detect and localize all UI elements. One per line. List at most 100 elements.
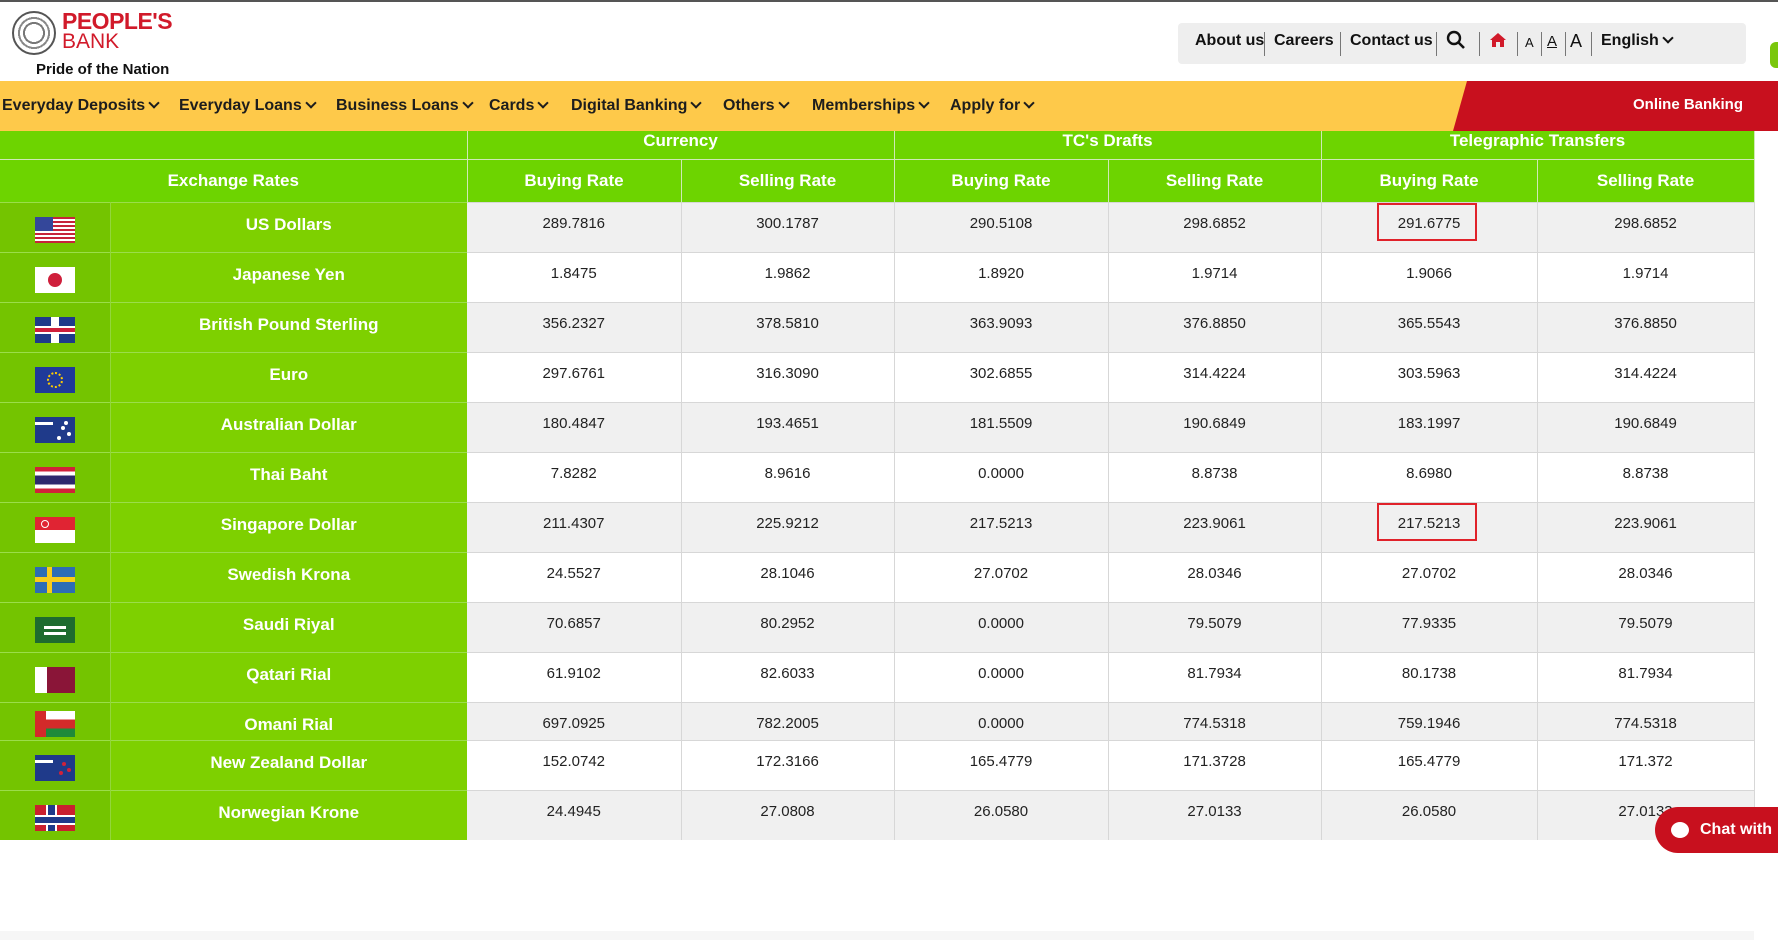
rate-value: 378.5810 (756, 314, 819, 332)
currency-name: Euro (269, 364, 309, 384)
font-size-small[interactable]: A (1525, 35, 1534, 50)
rate-cell: 1.8475 (467, 251, 682, 302)
rate-value: 217.5213 (969, 514, 1033, 532)
chevron-down-icon (148, 97, 160, 109)
rate-value: 774.5318 (1183, 714, 1246, 732)
rate-cell: 61.9102 (467, 651, 682, 702)
language-select[interactable]: English (1601, 32, 1674, 50)
rate-value: 376.8850 (1183, 314, 1246, 332)
rate-cell: 190.6849 (1108, 401, 1322, 452)
table-row: British Pound Sterling 356.2327 378.5810 36… (0, 301, 1755, 352)
tt-buying-rate-header: Buying Rate (1321, 158, 1538, 202)
search-icon[interactable] (1446, 30, 1466, 57)
rate-value: 303.5963 (1397, 364, 1461, 382)
rate-value: 61.9102 (546, 664, 601, 682)
currency-name-cell: Omani Rial (110, 701, 467, 740)
rate-value: 80.1738 (1401, 664, 1457, 682)
currency-name: Singapore Dollar (220, 514, 357, 534)
rate-cell: 1.9714 (1537, 251, 1755, 302)
divider (1479, 32, 1480, 56)
home-icon[interactable] (1489, 32, 1507, 48)
rate-value: 782.2005 (756, 714, 819, 732)
nav-everyday-loans[interactable]: Everyday Loans (179, 97, 317, 115)
currency-name-cell: Singapore Dollar (110, 501, 467, 552)
chat-button[interactable]: Chat with (1655, 807, 1778, 853)
rate-cell: 27.0702 (1321, 551, 1538, 602)
bank-seal-logo-icon[interactable] (12, 11, 56, 55)
site-header: PEOPLE'S BANK Pride of the Nation About … (0, 0, 1778, 83)
rate-value: 183.1997 (1397, 414, 1461, 432)
nav-business-loans[interactable]: Business Loans (336, 97, 474, 115)
flag-cell (0, 601, 111, 652)
rate-value: 28.0346 (1618, 564, 1673, 582)
rate-value: 81.7934 (1187, 664, 1242, 682)
rate-value: 24.4945 (546, 802, 601, 820)
flag-cell (0, 201, 111, 252)
rate-cell: 0.0000 (894, 651, 1109, 702)
side-tab[interactable] (1770, 42, 1778, 68)
rate-value: 697.0925 (542, 714, 606, 732)
nav-label: Apply for (950, 97, 1021, 114)
rate-cell: 302.6855 (894, 351, 1109, 402)
rate-cell: 225.9212 (681, 501, 895, 552)
online-banking-button[interactable]: Online Banking (1453, 81, 1778, 131)
font-size-large[interactable]: A (1570, 31, 1582, 52)
group-header-tc-drafts: TC's Drafts (894, 131, 1322, 159)
rate-cell: 80.1738 (1321, 651, 1538, 702)
nav-label: Digital Banking (571, 97, 688, 114)
rate-cell: 27.0808 (681, 789, 895, 840)
chevron-down-icon (918, 97, 930, 109)
th-flag-icon (34, 467, 75, 493)
rate-cell: 171.3728 (1108, 739, 1322, 790)
rate-value: 356.2327 (542, 314, 606, 332)
rate-value: 81.7934 (1618, 664, 1673, 682)
nav-everyday-deposits[interactable]: Everyday Deposits (2, 97, 160, 115)
rate-cell: 314.4224 (1108, 351, 1322, 402)
rate-cell: 211.4307 (467, 501, 682, 552)
rate-cell: 27.0133 (1108, 789, 1322, 840)
nav-memberships[interactable]: Memberships (812, 97, 930, 115)
brand-sub[interactable]: BANK (62, 31, 119, 52)
rate-cell: 165.4779 (1321, 739, 1538, 790)
currency-buying-rate-header: Buying Rate (467, 158, 682, 202)
rate-value: 190.6849 (1614, 414, 1677, 432)
nav-others[interactable]: Others (723, 97, 790, 115)
currency-name-cell: British Pound Sterling (110, 301, 467, 352)
about-us-link[interactable]: About us (1195, 32, 1264, 50)
rate-value: 8.8738 (1191, 464, 1238, 482)
rate-cell: 1.9714 (1108, 251, 1322, 302)
flag-cell (0, 451, 111, 502)
font-size-medium[interactable]: A (1547, 33, 1557, 50)
no-flag-icon (34, 805, 75, 832)
divider (1436, 32, 1437, 56)
tagline: Pride of the Nation (36, 61, 170, 78)
rate-cell: 376.8850 (1108, 301, 1322, 352)
rate-value: 0.0000 (978, 664, 1024, 682)
currency-name: Omani Rial (244, 714, 334, 734)
divider (1541, 32, 1542, 56)
careers-link[interactable]: Careers (1274, 32, 1334, 50)
rate-value: 302.6855 (969, 364, 1033, 382)
rate-cell: 217.5213 (1321, 501, 1538, 552)
rate-value: 8.9616 (764, 464, 811, 482)
brand-name[interactable]: PEOPLE'S (62, 10, 173, 33)
currency-name: Australian Dollar (220, 414, 357, 434)
nav-cards[interactable]: Cards (489, 97, 550, 115)
nav-digital-banking[interactable]: Digital Banking (571, 97, 703, 115)
rate-value: 1.9714 (1191, 264, 1238, 282)
flag-cell (0, 651, 111, 702)
rate-value: 27.0808 (760, 802, 815, 820)
rate-value: 27.0702 (973, 564, 1029, 582)
flag-cell (0, 351, 111, 402)
divider (1264, 32, 1265, 56)
us-flag-icon (34, 217, 75, 243)
nav-apply-for[interactable]: Apply for (950, 97, 1035, 115)
contact-us-link[interactable]: Contact us (1350, 32, 1433, 50)
rate-cell: 26.0580 (894, 789, 1109, 840)
chevron-down-icon (462, 97, 474, 109)
divider (1591, 32, 1592, 56)
rate-value: 1.8475 (550, 264, 597, 282)
rate-cell: 79.5079 (1537, 601, 1755, 652)
gb-flag-icon (34, 317, 75, 343)
rate-value: 376.8850 (1614, 314, 1677, 332)
